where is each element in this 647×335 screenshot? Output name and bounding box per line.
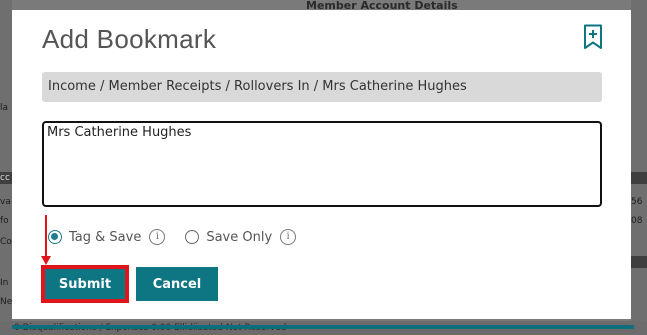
background-left-panel: la cc va fo Co In Ne bbox=[0, 0, 12, 335]
bookmark-plus-icon[interactable] bbox=[583, 24, 603, 50]
info-icon[interactable]: i bbox=[280, 229, 297, 245]
radio-save-only[interactable] bbox=[185, 230, 200, 244]
option-label: Tag & Save bbox=[69, 229, 142, 245]
dialog-title: Add Bookmark bbox=[42, 24, 217, 54]
bookmark-name-textarea[interactable]: Mrs Catherine Hughes bbox=[42, 121, 602, 207]
save-mode-options: Tag & Save i Save Only i bbox=[48, 227, 297, 247]
bg-row-label: la bbox=[0, 103, 9, 113]
radio-tag-and-save[interactable] bbox=[48, 230, 62, 244]
info-icon[interactable]: i bbox=[149, 229, 166, 245]
bg-row-label: In bbox=[0, 278, 9, 288]
bg-row-value: 56 bbox=[631, 197, 643, 207]
option-tag-and-save[interactable]: Tag & Save i bbox=[48, 229, 166, 245]
bg-row-label: cc bbox=[0, 172, 12, 184]
option-save-only[interactable]: Save Only i bbox=[185, 229, 297, 245]
bg-row-value: 08 bbox=[631, 216, 643, 226]
bg-row-label: Co bbox=[0, 237, 12, 247]
bg-row-label: va bbox=[0, 197, 11, 207]
option-label: Save Only bbox=[206, 229, 273, 245]
bg-row-label: fo bbox=[0, 216, 9, 226]
add-bookmark-dialog: Add Bookmark Income / Member Receipts / … bbox=[12, 10, 631, 319]
background-right-panel: 56 08 bbox=[631, 0, 647, 335]
bg-row-label: Ne bbox=[0, 297, 12, 307]
dialog-bottom-accent bbox=[12, 325, 634, 329]
submit-button[interactable]: Submit bbox=[41, 265, 129, 303]
cancel-button[interactable]: Cancel bbox=[136, 267, 218, 301]
bookmark-path: Income / Member Receipts / Rollovers In … bbox=[42, 72, 602, 102]
